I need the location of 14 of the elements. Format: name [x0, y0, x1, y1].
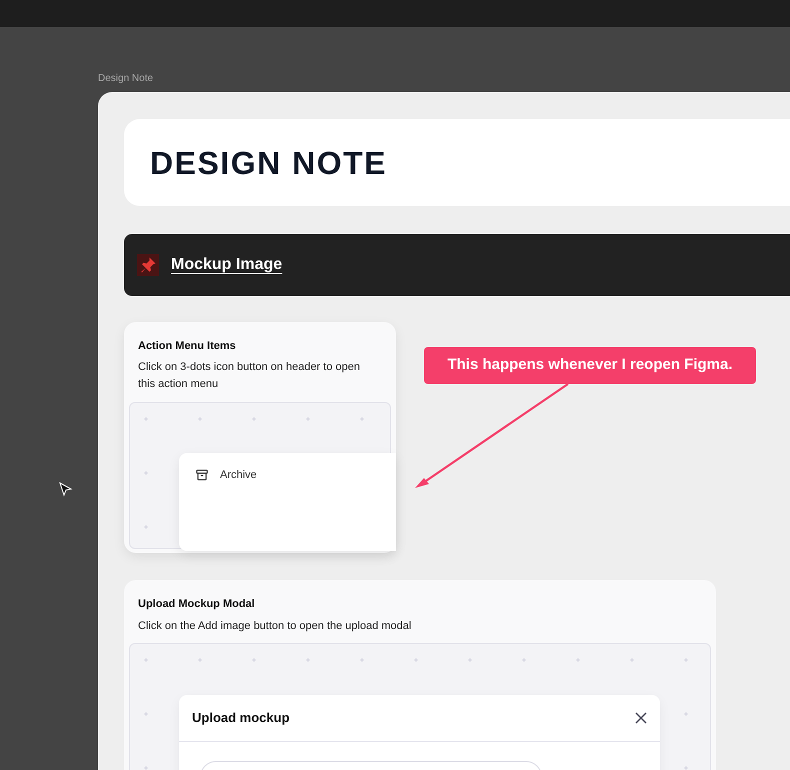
close-icon[interactable]	[635, 712, 647, 724]
archive-icon	[195, 468, 209, 482]
card-title: Action Menu Items	[138, 339, 237, 354]
callout-label: This happens whenever I reopen Figma.	[424, 347, 756, 384]
section-title[interactable]: Mockup Image	[171, 253, 282, 277]
pushpin-icon	[137, 254, 159, 276]
card-description: Click on the Add image button to open the upload modal	[138, 618, 412, 634]
menu-item[interactable]: Archive	[195, 467, 396, 484]
card-description: Click on 3-dots icon button on header to open this action menu	[138, 360, 361, 392]
page-title: DESIGN NOTE	[150, 144, 387, 182]
frame-label: Design Note	[98, 72, 154, 86]
cursor-icon	[59, 482, 73, 498]
card-title: Upload Mockup Modal	[138, 597, 256, 612]
modal-title: Upload mockup	[192, 709, 290, 728]
